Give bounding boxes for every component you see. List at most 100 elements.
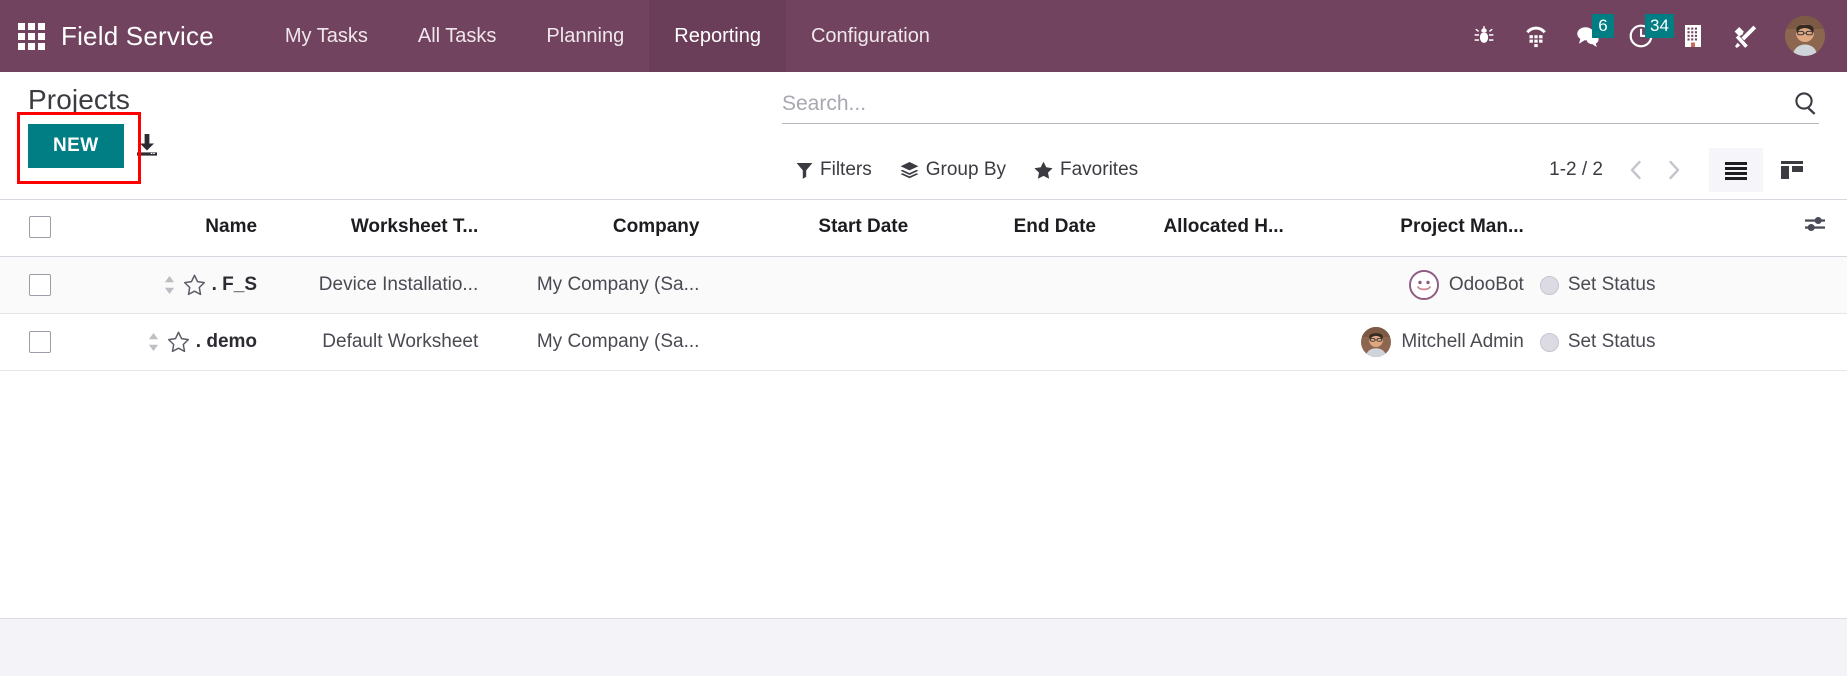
import-records-button[interactable] [134,132,160,160]
top-navbar: Field Service My Tasks All Tasks Plannin… [0,0,1847,72]
kanban-view-button[interactable] [1765,148,1819,192]
cell-status[interactable]: Set Status [1531,256,1783,314]
pager-label[interactable]: 1-2 / 2 [1537,159,1615,181]
cell-end-date[interactable] [916,313,1104,371]
tools-icon [1734,25,1757,48]
cell-status[interactable]: Set Status [1531,313,1783,371]
cell-project-manager[interactable]: OdooBot [1291,256,1532,314]
page-footer-area [0,618,1847,676]
sliders-icon [1804,217,1825,231]
search-tools: Filters Group By Favorites 1-2 / 2 [782,148,1819,192]
cell-spacer [1782,256,1847,314]
new-button[interactable]: NEW [28,124,124,168]
apps-menu-toggle[interactable] [0,0,61,72]
sort-handle-icon [148,333,158,351]
control-panel-buttons: NEW [17,112,782,184]
star-icon [1034,161,1053,179]
bug-report-button[interactable] [1471,16,1497,56]
cell-project-manager[interactable]: Mitchell Admin [1291,313,1532,371]
control-panel-right: Filters Group By Favorites [782,72,1847,199]
chevron-right-icon [1669,160,1680,180]
cell-name[interactable]: . F_S [79,256,266,314]
cell-worksheet-template[interactable]: Device Installatio... [265,256,487,314]
user-photo-icon [1361,327,1392,357]
drag-handle-icon[interactable] [162,274,177,296]
star-outline-icon [167,331,189,353]
search-input[interactable] [782,92,1781,116]
cell-allocated-hours[interactable] [1103,256,1292,314]
cell-end-date[interactable] [916,256,1104,314]
layers-icon [900,162,919,179]
column-header-worksheet-template[interactable]: Worksheet T... [265,200,487,257]
select-all-checkbox[interactable] [28,215,51,238]
menu-item-planning[interactable]: Planning [521,0,649,72]
table-row[interactable]: . F_S Device Installatio... My Company (… [0,256,1847,314]
activities-badge: 34 [1645,14,1674,38]
bug-icon [1474,26,1494,43]
cell-company[interactable]: My Company (Sa... [486,256,708,314]
toggle-favorite-star[interactable] [167,331,190,353]
kanban-view-icon [1781,161,1803,179]
company-switcher-button[interactable] [1680,16,1706,56]
projects-table: Name Worksheet T... Company Start Date E… [0,200,1847,371]
pager-previous-button[interactable] [1619,153,1653,187]
user-avatar-image [1785,16,1825,56]
table-row[interactable]: . demo Default Worksheet My Company (Sa.… [0,313,1847,371]
favorites-label: Favorites [1060,159,1139,180]
menu-item-my-tasks[interactable]: My Tasks [260,0,393,72]
developer-tools-button[interactable] [1732,16,1759,56]
list-view-icon [1725,162,1747,180]
menu-item-all-tasks[interactable]: All Tasks [393,0,522,72]
view-switcher [1709,148,1819,192]
app-brand-name[interactable]: Field Service [61,0,260,72]
search-bar [782,90,1819,124]
cell-company[interactable]: My Company (Sa... [486,313,708,371]
menu-item-configuration[interactable]: Configuration [786,0,955,72]
filters-dropdown[interactable]: Filters [782,155,886,185]
messages-button[interactable]: 6 [1575,14,1614,56]
grid-apps-icon [18,22,45,50]
search-icon [1795,92,1816,115]
building-icon [1685,25,1701,47]
pager-next-button[interactable] [1657,153,1691,187]
status-indicator[interactable] [1539,275,1559,295]
project-manager-name: Mitchell Admin [1401,331,1524,352]
column-header-company[interactable]: Company [486,200,708,257]
column-header-allocated-hours[interactable]: Allocated H... [1103,200,1292,257]
drag-handle-icon[interactable] [146,331,161,353]
projects-list-view: Name Worksheet T... Company Start Date E… [0,200,1847,618]
toggle-favorite-star[interactable] [183,274,206,296]
page-title: Projects [28,84,130,115]
optional-columns-toggle[interactable] [1782,200,1847,257]
group-by-dropdown[interactable]: Group By [886,155,1020,185]
cell-name[interactable]: . demo [79,313,266,371]
status-indicator[interactable] [1539,332,1559,352]
row-checkbox[interactable] [28,273,51,296]
list-view-button[interactable] [1709,148,1763,192]
dialpad-button[interactable] [1523,16,1549,56]
user-avatar[interactable] [1785,16,1825,56]
control-panel: Projects NEW Search... Filters Group By … [0,72,1847,200]
cell-worksheet-template[interactable]: Default Worksheet [265,313,487,371]
phone-dialpad-icon [1526,26,1546,48]
row-checkbox[interactable] [28,330,51,353]
column-header-project-manager[interactable]: Project Man... [1291,200,1532,257]
star-outline-icon [183,274,205,296]
cell-spacer [1782,313,1847,371]
row-name-text: . F_S [211,274,258,295]
menu-item-reporting[interactable]: Reporting [649,0,786,72]
cell-allocated-hours[interactable] [1103,313,1292,371]
row-name-text: . demo [195,331,258,352]
activities-button[interactable]: 34 [1628,14,1674,56]
search-button[interactable] [1781,90,1819,116]
favorites-dropdown[interactable]: Favorites [1020,155,1152,185]
status-label: Set Status [1567,331,1656,352]
systray: 6 34 [1471,0,1847,72]
column-header-start-date[interactable]: Start Date [707,200,917,257]
column-header-name[interactable]: Name [79,200,266,257]
project-manager-name: OdooBot [1448,274,1524,295]
column-header-end-date[interactable]: End Date [916,200,1104,257]
cell-start-date[interactable] [707,256,917,314]
import-download-icon [136,134,157,156]
cell-start-date[interactable] [707,313,917,371]
